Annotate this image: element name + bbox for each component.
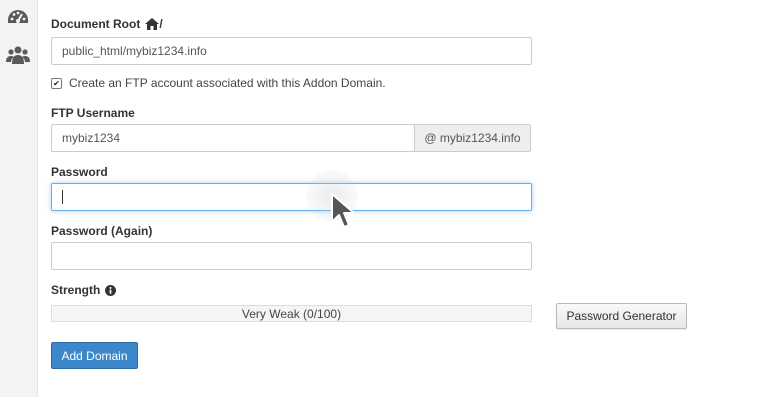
dashboard-icon[interactable]: [6, 8, 30, 30]
password-strength-text: Very Weak (0/100): [241, 306, 342, 321]
ftp-username-input[interactable]: mybiz1234: [51, 124, 415, 152]
add-domain-button[interactable]: Add Domain: [51, 342, 138, 369]
document-root-label-text: Document Root: [51, 17, 141, 31]
password-generator-button[interactable]: Password Generator: [556, 303, 687, 329]
ftp-username-value: mybiz1234: [62, 131, 121, 145]
users-icon[interactable]: [6, 44, 30, 66]
document-root-label: Document Root /: [51, 17, 163, 31]
strength-label: Strength: [51, 283, 117, 297]
ftp-username-label: FTP Username: [51, 106, 135, 120]
password-label-text: Password: [51, 165, 108, 179]
sidebar-divider: [37, 0, 38, 397]
password-input[interactable]: [51, 183, 532, 211]
strength-label-text: Strength: [51, 283, 101, 297]
password-again-label: Password (Again): [51, 224, 152, 238]
sidebar: [0, 0, 38, 397]
text-caret: [62, 190, 63, 204]
ftp-account-checkbox-row[interactable]: ✔ Create an FTP account associated with …: [51, 76, 386, 90]
ftp-account-checkbox[interactable]: ✔: [51, 77, 62, 89]
document-root-value: public_html/mybiz1234.info: [62, 44, 207, 58]
password-again-input[interactable]: [51, 242, 532, 270]
password-strength-meter: Very Weak (0/100): [51, 305, 532, 322]
ftp-domain-addon-text: @ mybiz1234.info: [424, 131, 521, 145]
add-domain-label: Add Domain: [61, 348, 128, 363]
ftp-account-checkbox-label: Create an FTP account associated with th…: [69, 76, 386, 90]
document-root-input[interactable]: public_html/mybiz1234.info: [51, 37, 532, 65]
password-label: Password: [51, 165, 108, 179]
home-icon: [145, 18, 160, 30]
document-root-suffix: /: [159, 17, 163, 31]
password-generator-label: Password Generator: [566, 309, 677, 323]
ftp-domain-addon: @ mybiz1234.info: [414, 124, 531, 152]
mouse-pointer-icon: [331, 193, 355, 228]
password-again-label-text: Password (Again): [51, 224, 153, 238]
ftp-username-label-text: FTP Username: [51, 106, 135, 120]
info-icon[interactable]: [105, 284, 117, 296]
